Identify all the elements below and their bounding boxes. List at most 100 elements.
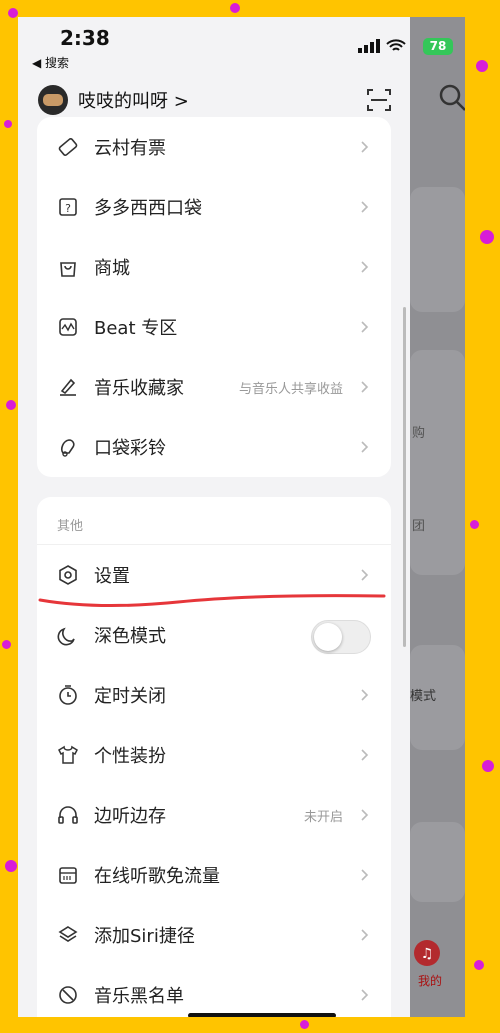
bg-label: 购 [412, 426, 426, 441]
battery-indicator: 78 [423, 38, 453, 55]
back-to-search[interactable]: ◀ 搜索 [32, 54, 69, 71]
chevron-right-icon [361, 809, 369, 821]
collector-icon [57, 376, 79, 398]
menu-item-siri-shortcut[interactable]: 添加Siri捷径 [37, 905, 391, 965]
status-icons [358, 39, 406, 53]
chevron-right-icon [361, 749, 369, 761]
home-indicator [188, 1013, 336, 1017]
clock: 2:38 [60, 26, 110, 50]
bg-label: 模式 [410, 689, 437, 704]
decor-dot [476, 60, 488, 72]
menu-label: 深色模式 [94, 626, 166, 647]
ringtone-icon [57, 436, 79, 458]
svg-text:♫: ♫ [421, 946, 434, 962]
menu-item-pocket[interactable]: ? 多多西西口袋 [37, 177, 391, 237]
moon-icon [57, 624, 79, 646]
decor-dot [2, 640, 11, 649]
dark-mode-toggle[interactable] [311, 620, 371, 654]
menu-label: 音乐收藏家 [94, 378, 184, 399]
shirt-icon [57, 744, 79, 766]
menu-item-listen-save[interactable]: 边听边存 未开启 [37, 785, 391, 845]
menu-item-ringtone[interactable]: 口袋彩铃 [37, 417, 391, 477]
menu-item-timer[interactable]: 定时关闭 [37, 665, 391, 725]
menu-item-mall[interactable]: 商城 [37, 237, 391, 297]
menu-label: 口袋彩铃 [94, 438, 166, 459]
decor-dot [5, 860, 17, 872]
decor-dot [6, 400, 16, 410]
bg-card [410, 822, 465, 902]
scan-icon[interactable] [366, 87, 392, 113]
menu-label: 在线听歌免流量 [94, 866, 220, 887]
layers-icon [57, 924, 79, 946]
menu-item-free-data[interactable]: 在线听歌免流量 [37, 845, 391, 905]
menu-label: Beat 专区 [94, 318, 178, 339]
sim-card-icon [57, 864, 79, 886]
pocket-icon: ? [57, 196, 79, 218]
decor-dot [8, 8, 18, 18]
menu-item-collector[interactable]: 音乐收藏家 与音乐人共享收益 [37, 357, 391, 417]
search-icon[interactable] [438, 83, 465, 113]
side-drawer: 2:38 ◀ 搜索 吱吱的叫呀 > 云村有票 ? 多多西西口袋 商城 Beat … [18, 17, 410, 1017]
chevron-right-icon [361, 201, 369, 213]
chevron-right-icon [361, 381, 369, 393]
bg-label: 团 [412, 519, 426, 534]
chevron-right-icon [361, 989, 369, 1001]
wifi-icon [386, 39, 406, 51]
avatar[interactable] [38, 85, 68, 115]
menu-label: 多多西西口袋 [94, 198, 202, 219]
timer-icon [57, 684, 79, 706]
chevron-right-icon [361, 929, 369, 941]
decor-dot [300, 1020, 309, 1029]
decor-dot [230, 3, 240, 13]
menu-label: 音乐黑名单 [94, 986, 184, 1007]
block-icon [57, 984, 79, 1006]
red-underline-annotation [38, 594, 386, 608]
services-card: 云村有票 ? 多多西西口袋 商城 Beat 专区 音乐收藏家 与音乐人共享收益 … [37, 117, 391, 477]
phone-screen: 购 团 模式 我的 ♫ 2:38 ◀ 搜索 吱吱的叫呀 > 云村有票 ? 多多西… [18, 17, 465, 1017]
shopping-bag-icon [57, 256, 79, 278]
menu-label: 商城 [94, 258, 130, 279]
menu-label: 云村有票 [94, 138, 166, 159]
menu-item-beat[interactable]: Beat 专区 [37, 297, 391, 357]
username[interactable]: 吱吱的叫呀 > [78, 87, 189, 113]
decor-dot [482, 760, 494, 772]
menu-label: 添加Siri捷径 [94, 926, 195, 947]
ticket-icon [57, 136, 79, 158]
svg-text:?: ? [65, 202, 71, 215]
menu-item-skins[interactable]: 个性装扮 [37, 725, 391, 785]
waveform-icon [57, 316, 79, 338]
chevron-right-icon [361, 569, 369, 581]
chevron-right-icon [361, 141, 369, 153]
menu-label: 定时关闭 [94, 686, 166, 707]
profile-header[interactable]: 吱吱的叫呀 > [38, 85, 189, 115]
decor-dot [4, 120, 12, 128]
decor-dot [470, 520, 479, 529]
chevron-right-icon [361, 689, 369, 701]
gear-icon [57, 564, 79, 586]
bg-tab-me[interactable]: 我的 [418, 972, 442, 989]
other-card: 其他 设置 深色模式 定时关闭 个性装扮 边听边存 未开启 在线听歌免流量 添加… [37, 497, 391, 1017]
menu-item-tickets[interactable]: 云村有票 [37, 117, 391, 177]
chevron-right-icon [361, 321, 369, 333]
chevron-right-icon [361, 441, 369, 453]
menu-item-blacklist[interactable]: 音乐黑名单 [37, 965, 391, 1017]
section-title: 其他 [37, 497, 391, 545]
bg-card [410, 350, 465, 575]
scrollbar[interactable] [403, 307, 406, 647]
chevron-right-icon [361, 261, 369, 273]
decor-dot [480, 230, 494, 244]
menu-item-dark-mode[interactable]: 深色模式 [37, 605, 391, 665]
decor-dot [474, 960, 484, 970]
menu-label: 个性装扮 [94, 746, 166, 767]
menu-label: 边听边存 [94, 806, 166, 827]
status-bar: 2:38 ◀ 搜索 [18, 17, 410, 70]
background-app-overlay[interactable]: 购 团 模式 我的 ♫ [410, 17, 465, 1017]
chevron-right-icon [361, 869, 369, 881]
menu-note: 未开启 [303, 809, 343, 825]
signal-icon [358, 39, 380, 53]
music-note-icon: ♫ [414, 940, 440, 966]
menu-note: 与音乐人共享收益 [238, 381, 343, 397]
menu-label: 设置 [94, 566, 130, 587]
headphones-icon [57, 804, 79, 826]
bg-card [410, 187, 465, 312]
